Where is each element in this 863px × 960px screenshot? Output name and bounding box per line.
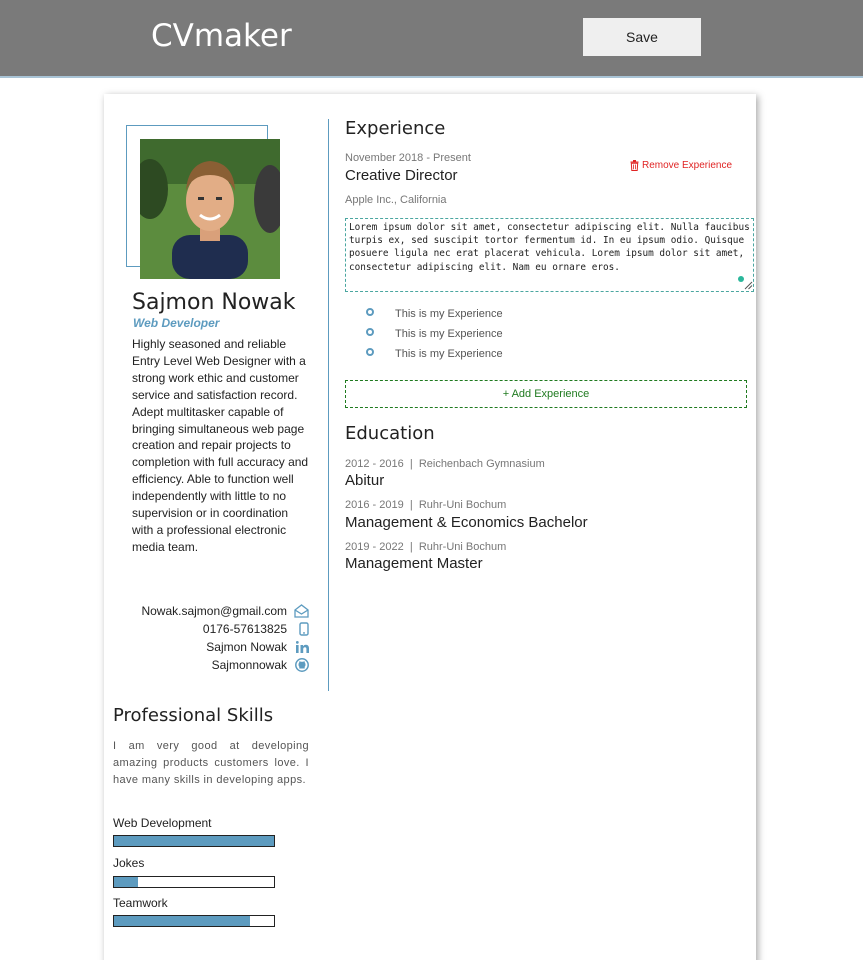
linkedin-icon <box>291 641 309 653</box>
bullet-circle-icon <box>366 328 374 336</box>
skill-fill <box>114 916 250 926</box>
skill-label-web-development[interactable]: Web Development <box>113 816 212 830</box>
skill-bar-jokes[interactable] <box>113 876 275 888</box>
experience-company[interactable]: Apple Inc., California <box>345 194 447 206</box>
add-experience-button[interactable]: + Add Experience <box>345 380 747 408</box>
contact-phone-text: 0176-57613825 <box>202 622 287 636</box>
contact-linkedin-text: Sajmon Nowak <box>206 640 287 654</box>
profile-role[interactable]: Web Developer <box>133 316 219 330</box>
education-degree[interactable]: Management Master <box>345 555 483 572</box>
skills-title[interactable]: Professional Skills <box>113 705 273 726</box>
contact-linkedin[interactable]: Sajmon Nowak <box>116 638 309 656</box>
resize-handle-icon[interactable] <box>743 280 753 290</box>
top-bar: CVmaker Save <box>0 0 863 78</box>
education-degree[interactable]: Abitur <box>345 472 384 489</box>
cv-page: Sajmon Nowak Web Developer Highly season… <box>104 94 756 960</box>
profile-name[interactable]: Sajmon Nowak <box>132 290 296 315</box>
education-years: 2019 - 2022 <box>345 541 404 553</box>
experience-position[interactable]: Creative Director <box>345 167 458 184</box>
contact-list: Nowak.sajmon@gmail.com 0176-57613825 Saj… <box>116 602 309 674</box>
trash-icon <box>630 160 639 171</box>
skill-bar-teamwork[interactable] <box>113 915 275 927</box>
education-meta[interactable]: 2012 - 2016 | Reichenbach Gymnasium <box>345 458 545 470</box>
skill-fill <box>114 836 274 846</box>
education-school: Reichenbach Gymnasium <box>418 458 545 470</box>
skill-label-jokes[interactable]: Jokes <box>113 856 144 870</box>
experience-bullet[interactable]: This is my Experience <box>366 304 503 324</box>
education-school: Ruhr-Uni Bochum <box>418 541 507 553</box>
education-years: 2012 - 2016 <box>345 458 404 470</box>
experience-title[interactable]: Experience <box>345 118 445 139</box>
education-meta[interactable]: 2019 - 2022 | Ruhr-Uni Bochum <box>345 541 506 553</box>
contact-github-text: Sajmonnowak <box>211 658 287 672</box>
contact-email[interactable]: Nowak.sajmon@gmail.com <box>116 602 309 620</box>
contact-phone[interactable]: 0176-57613825 <box>116 620 309 638</box>
skill-bar-web-development[interactable] <box>113 835 275 847</box>
education-school: Ruhr-Uni Bochum <box>418 499 507 511</box>
github-icon <box>291 658 309 672</box>
app-title: CVmaker <box>151 18 292 54</box>
experience-bullet[interactable]: This is my Experience <box>366 324 503 344</box>
bullet-circle-icon <box>366 308 374 316</box>
experience-bullet[interactable]: This is my Experience <box>366 344 503 364</box>
experience-date[interactable]: November 2018 - Present <box>345 152 471 164</box>
education-meta[interactable]: 2016 - 2019 | Ruhr-Uni Bochum <box>345 499 506 511</box>
bullet-circle-icon <box>366 348 374 356</box>
education-degree[interactable]: Management & Economics Bachelor <box>345 514 588 531</box>
contact-github[interactable]: Sajmonnowak <box>116 656 309 674</box>
remove-experience-button[interactable]: Remove Experience <box>630 160 732 171</box>
save-button[interactable]: Save <box>583 18 701 56</box>
experience-description-input[interactable]: Lorem ipsum dolor sit amet, consectetur … <box>345 218 754 292</box>
contact-email-text: Nowak.sajmon@gmail.com <box>141 604 287 618</box>
education-years: 2016 - 2019 <box>345 499 404 511</box>
skills-description[interactable]: I am very good at developing amazing pro… <box>113 738 309 789</box>
column-divider <box>328 119 329 691</box>
education-title[interactable]: Education <box>345 423 435 444</box>
profile-bio[interactable]: Highly seasoned and reliable Entry Level… <box>132 336 310 556</box>
phone-icon <box>291 622 309 636</box>
remove-experience-label: Remove Experience <box>642 160 733 171</box>
skill-fill <box>114 877 138 887</box>
experience-bullet-list: This is my Experience This is my Experie… <box>366 304 503 364</box>
skill-label-teamwork[interactable]: Teamwork <box>113 896 168 910</box>
profile-photo[interactable] <box>140 139 280 279</box>
envelope-icon <box>291 604 309 618</box>
